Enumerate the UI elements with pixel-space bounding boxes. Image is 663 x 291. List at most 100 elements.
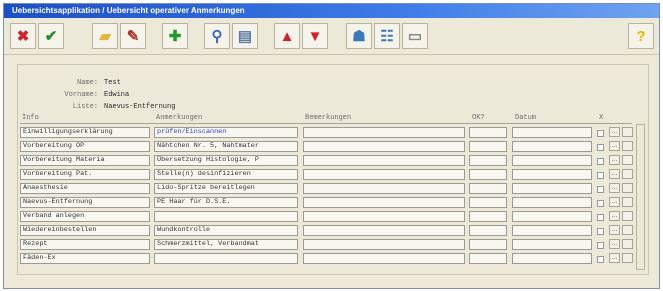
row-datum-field[interactable] xyxy=(512,127,592,138)
row-info-field[interactable]: Anaesthesie xyxy=(20,183,150,194)
row-extra-button[interactable] xyxy=(622,127,633,137)
row-extra-button[interactable] xyxy=(622,225,633,235)
row-anmerkung-field[interactable] xyxy=(154,211,298,222)
row-bemerkung-field[interactable] xyxy=(303,141,465,152)
row-anmerkung-field[interactable]: Übersetzung Histologie, P xyxy=(154,155,298,166)
row-bemerkung-field[interactable] xyxy=(303,253,465,264)
row-extra-button[interactable] xyxy=(622,253,633,263)
column-header-info: Info xyxy=(22,114,39,122)
vorname-label: Vorname: xyxy=(64,91,98,99)
arrow-up-button[interactable]: ▲ xyxy=(274,23,300,49)
row-ok-field[interactable] xyxy=(469,253,507,264)
row-bemerkung-field[interactable] xyxy=(303,183,465,194)
document-button[interactable]: ▭ xyxy=(402,23,428,49)
checkmark-button[interactable]: ✔ xyxy=(38,23,64,49)
help-icon: ? xyxy=(636,27,646,45)
row-done-checkbox[interactable] xyxy=(597,144,604,151)
row-ok-field[interactable] xyxy=(469,225,507,236)
row-info-field[interactable]: Fäden-Ex xyxy=(20,253,150,264)
row-datum-field[interactable] xyxy=(512,169,592,180)
row-datum-field[interactable] xyxy=(512,225,592,236)
row-select-button[interactable]: … xyxy=(609,183,620,193)
plus-button[interactable]: ✚ xyxy=(162,23,188,49)
row-extra-button[interactable] xyxy=(622,169,633,179)
row-ok-field[interactable] xyxy=(469,183,507,194)
row-select-button[interactable]: … xyxy=(609,211,620,221)
row-ok-field[interactable] xyxy=(469,169,507,180)
search-icon: ⚲ xyxy=(211,28,223,45)
clipboard-button[interactable]: ✎ xyxy=(120,23,146,49)
row-info-field[interactable]: Naevus-Entfernung xyxy=(20,197,150,208)
row-select-button[interactable]: … xyxy=(609,155,620,165)
row-datum-field[interactable] xyxy=(512,211,592,222)
row-info-field[interactable]: Vorbereitung Pat. xyxy=(20,169,150,180)
search-button[interactable]: ⚲ xyxy=(204,23,230,49)
users-button[interactable]: ☷ xyxy=(374,23,400,49)
row-anmerkung-field[interactable]: Wundkontrolle xyxy=(154,225,298,236)
row-done-checkbox[interactable] xyxy=(597,214,604,221)
row-ok-field[interactable] xyxy=(469,211,507,222)
column-header-ok: OK? xyxy=(472,114,485,122)
row-done-checkbox[interactable] xyxy=(597,186,604,193)
help-button[interactable]: ? xyxy=(628,23,654,49)
row-ok-field[interactable] xyxy=(469,141,507,152)
row-extra-button[interactable] xyxy=(622,211,633,221)
row-done-checkbox[interactable] xyxy=(597,242,604,249)
row-info-field[interactable]: Wiedereinbestellen xyxy=(20,225,150,236)
user-button[interactable]: ☗ xyxy=(346,23,372,49)
row-select-button[interactable]: … xyxy=(609,239,620,249)
row-done-checkbox[interactable] xyxy=(597,158,604,165)
row-anmerkung-field[interactable]: Stelle(n) desinfizieren xyxy=(154,169,298,180)
row-datum-field[interactable] xyxy=(512,239,592,250)
row-anmerkung-field[interactable]: prüfen/Einscannen xyxy=(154,127,298,138)
row-bemerkung-field[interactable] xyxy=(303,239,465,250)
print-button[interactable]: ▤ xyxy=(232,23,258,49)
row-done-checkbox[interactable] xyxy=(597,172,604,179)
row-extra-button[interactable] xyxy=(622,197,633,207)
row-done-checkbox[interactable] xyxy=(597,256,604,263)
row-extra-button[interactable] xyxy=(622,239,633,249)
row-datum-field[interactable] xyxy=(512,197,592,208)
row-anmerkung-field[interactable]: PE Haar für D.S.E. xyxy=(154,197,298,208)
row-ok-field[interactable] xyxy=(469,197,507,208)
row-done-checkbox[interactable] xyxy=(597,228,604,235)
row-bemerkung-field[interactable] xyxy=(303,127,465,138)
row-info-field[interactable]: Einwilligungserklärung xyxy=(20,127,150,138)
row-anmerkung-field[interactable]: Lido-Spritze bereitlegen xyxy=(154,183,298,194)
row-datum-field[interactable] xyxy=(512,141,592,152)
row-bemerkung-field[interactable] xyxy=(303,211,465,222)
row-ok-field[interactable] xyxy=(469,155,507,166)
row-select-button[interactable]: … xyxy=(609,253,620,263)
row-select-button[interactable]: … xyxy=(609,169,620,179)
row-ok-field[interactable] xyxy=(469,239,507,250)
arrow-down-button[interactable]: ▼ xyxy=(302,23,328,49)
row-datum-field[interactable] xyxy=(512,155,592,166)
row-extra-button[interactable] xyxy=(622,155,633,165)
row-done-checkbox[interactable] xyxy=(597,200,604,207)
row-ok-field[interactable] xyxy=(469,127,507,138)
row-info-field[interactable]: Vorbereitung Materia xyxy=(20,155,150,166)
name-label: Name: xyxy=(76,79,98,87)
row-done-checkbox[interactable] xyxy=(597,130,604,137)
row-info-field[interactable]: Verband anlegen xyxy=(20,211,150,222)
row-extra-button[interactable] xyxy=(622,141,633,151)
row-bemerkung-field[interactable] xyxy=(303,197,465,208)
row-select-button[interactable]: … xyxy=(609,141,620,151)
row-anmerkung-field[interactable]: Schmerzmittel, Verbandmat xyxy=(154,239,298,250)
delete-button[interactable]: ✖ xyxy=(10,23,36,49)
row-datum-field[interactable] xyxy=(512,253,592,264)
row-anmerkung-field[interactable] xyxy=(154,253,298,264)
row-anmerkung-field[interactable]: Nähtchen Nr. 5, Nahtmater xyxy=(154,141,298,152)
row-select-button[interactable]: … xyxy=(609,197,620,207)
row-info-field[interactable]: Rezept xyxy=(20,239,150,250)
folder-button[interactable]: ▰ xyxy=(92,23,118,49)
row-bemerkung-field[interactable] xyxy=(303,155,465,166)
row-select-button[interactable]: … xyxy=(609,127,620,137)
row-datum-field[interactable] xyxy=(512,183,592,194)
row-extra-button[interactable] xyxy=(622,183,633,193)
row-select-button[interactable]: … xyxy=(609,225,620,235)
row-bemerkung-field[interactable] xyxy=(303,225,465,236)
row-bemerkung-field[interactable] xyxy=(303,169,465,180)
row-info-field[interactable]: Vorbereitung OP xyxy=(20,141,150,152)
vertical-scrollbar[interactable] xyxy=(636,124,645,270)
